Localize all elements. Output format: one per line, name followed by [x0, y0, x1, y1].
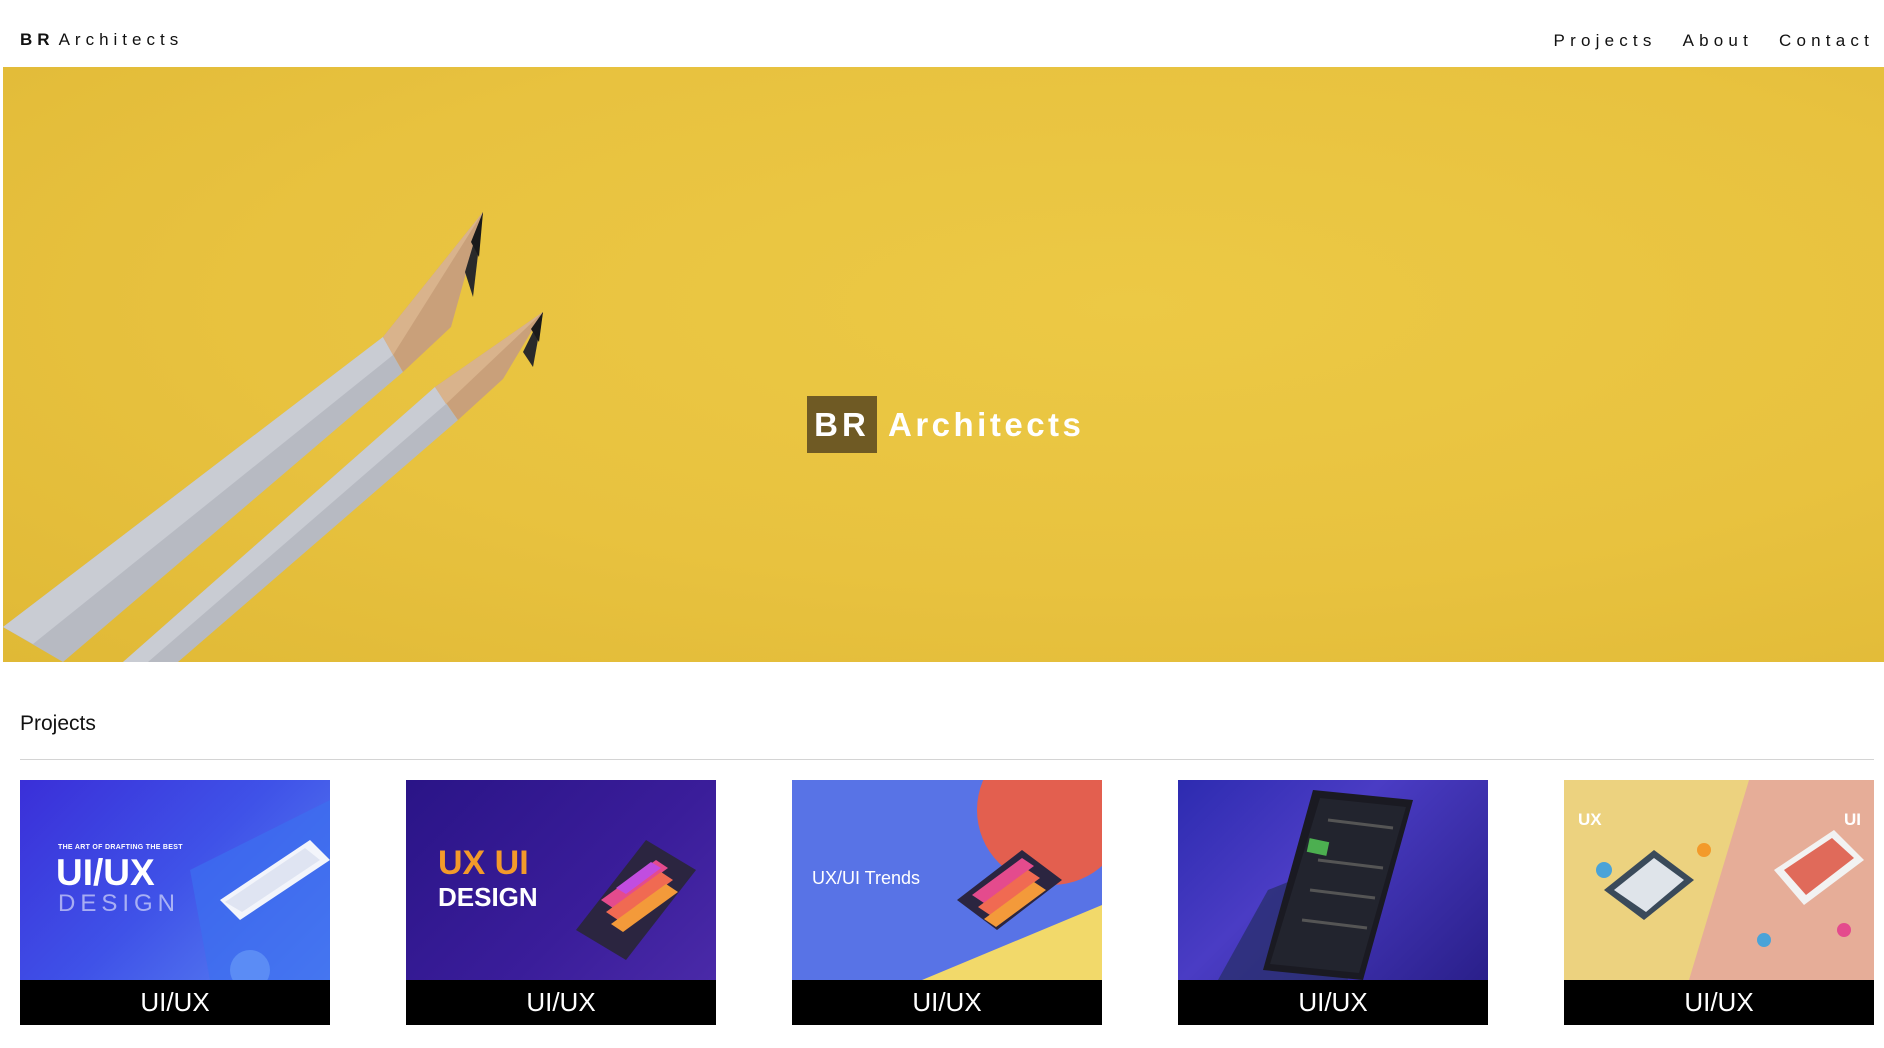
- card-caption: UI/UX: [1564, 980, 1874, 1025]
- nav-link-about[interactable]: About: [1683, 31, 1753, 51]
- projects-heading: Projects: [20, 712, 96, 735]
- hero-title: BR Architects: [807, 396, 1084, 453]
- phone-in-hand-artwork: [1218, 790, 1413, 980]
- divider: [20, 759, 1874, 760]
- top-navigation-bar: BR Architects Projects About Contact: [0, 0, 1884, 67]
- project-thumbnail: THE ART OF DRAFTING THE BEST UI/UX DESIG…: [20, 780, 330, 980]
- thumb-sub-text: DESIGN: [58, 890, 181, 917]
- brand-logo[interactable]: BR Architects: [20, 30, 183, 50]
- project-thumbnail: UX UI: [1564, 780, 1874, 980]
- project-card[interactable]: UX UI UI/UX: [1564, 780, 1874, 1025]
- project-thumbnail: UX/UI Trends: [792, 780, 1102, 980]
- thumb-title-text: UX/UI Trends: [812, 868, 921, 888]
- card-caption: UI/UX: [406, 980, 716, 1025]
- thumb-title-text: UI/UX: [56, 852, 155, 893]
- thumb-left-text: UX: [1578, 810, 1602, 829]
- ux-ui-isometric-artwork: [1596, 780, 1874, 980]
- project-card[interactable]: UI/UX: [1178, 780, 1488, 1025]
- pencil-icon: [123, 312, 543, 662]
- pencils-illustration: [3, 212, 543, 662]
- thumb-title-text: UX UI: [438, 844, 529, 882]
- thumb-sub-text: DESIGN: [438, 882, 538, 912]
- thumb-small-text: THE ART OF DRAFTING THE BEST: [58, 844, 183, 851]
- hero-title-text: Architects: [888, 405, 1085, 443]
- hero-title-box: BR: [807, 396, 877, 453]
- card-caption: UI/UX: [792, 980, 1102, 1025]
- project-card[interactable]: THE ART OF DRAFTING THE BEST UI/UX DESIG…: [20, 780, 330, 1025]
- project-card[interactable]: UX UI DESIGN UI/UX: [406, 780, 716, 1025]
- project-card[interactable]: UX/UI Trends UI/UX: [792, 780, 1102, 1025]
- project-thumbnail: [1178, 780, 1488, 980]
- card-caption: UI/UX: [1178, 980, 1488, 1025]
- nav-link-contact[interactable]: Contact: [1779, 31, 1874, 51]
- project-thumbnail: UX UI DESIGN: [406, 780, 716, 980]
- main-nav: Projects About Contact: [1554, 31, 1874, 51]
- card-caption: UI/UX: [20, 980, 330, 1025]
- brand-text: Architects: [58, 30, 184, 49]
- nav-link-projects[interactable]: Projects: [1554, 31, 1657, 51]
- brand-bold: BR: [20, 30, 55, 49]
- hero-banner: BR Architects: [3, 67, 1884, 662]
- thumb-right-text: UI: [1844, 810, 1861, 829]
